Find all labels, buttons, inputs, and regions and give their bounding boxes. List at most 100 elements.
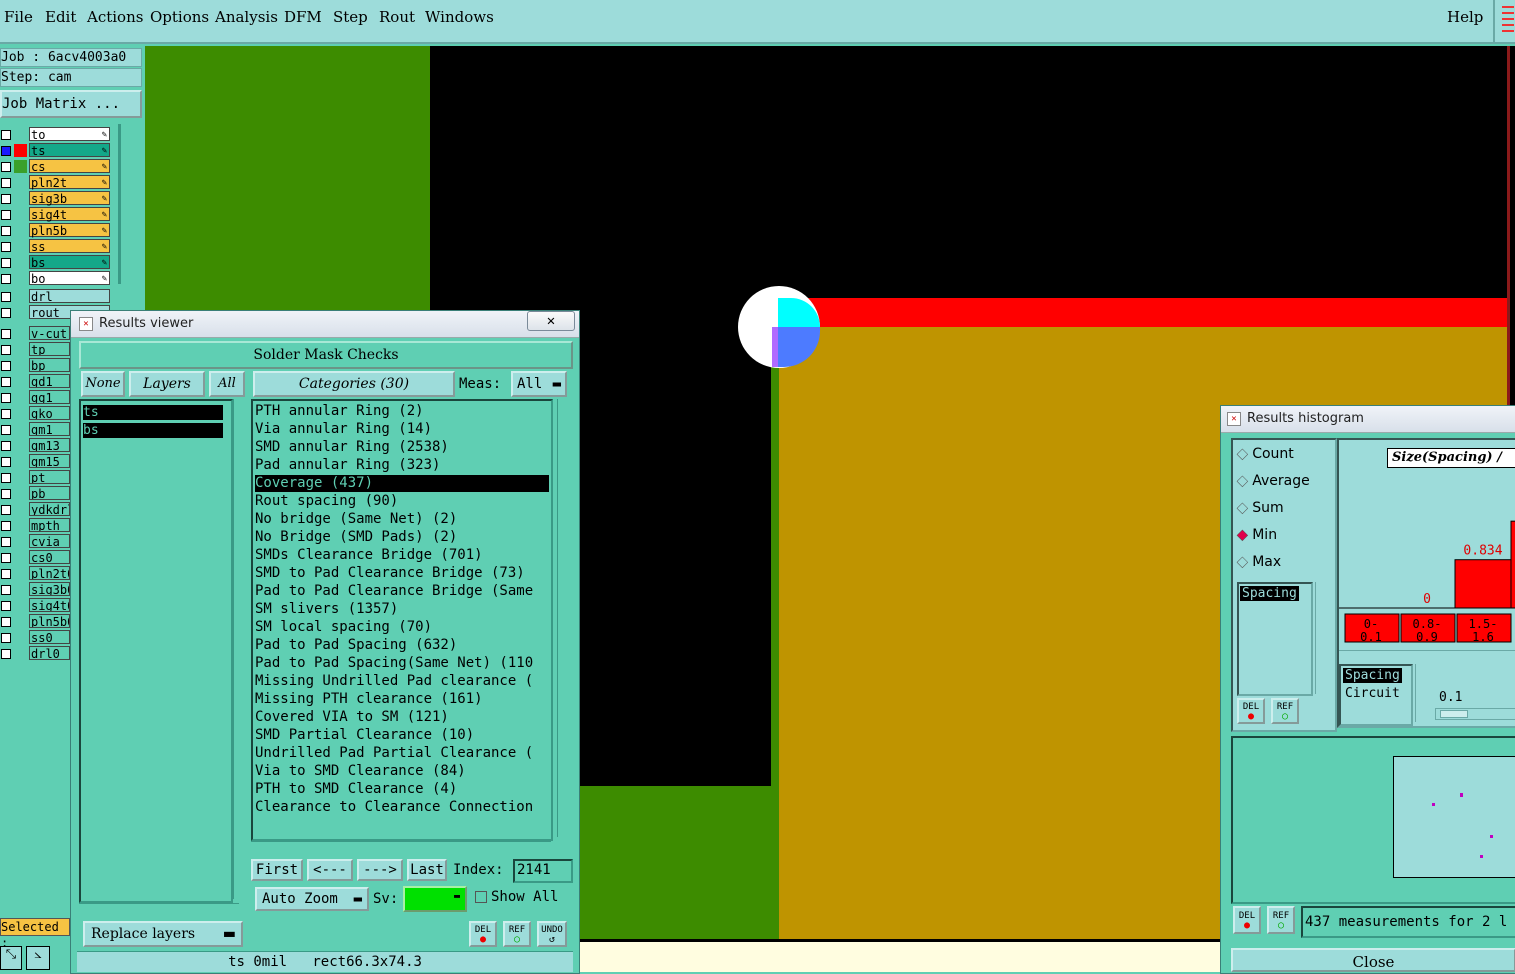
menu-help[interactable]: Help: [1447, 8, 1483, 26]
category-item[interactable]: PTH annular Ring (2): [255, 403, 549, 420]
layer-name[interactable]: cs ✎: [29, 159, 110, 174]
ref-button[interactable]: REF ○: [503, 921, 531, 947]
job-matrix-button[interactable]: Job Matrix ...: [0, 90, 142, 118]
stat-radio-count[interactable]: ◆ Count: [1237, 446, 1294, 463]
menu-actions[interactable]: Actions: [87, 8, 143, 26]
layer-name[interactable]: ts ✎: [29, 143, 110, 158]
layer-checkbox[interactable]: [1, 441, 11, 451]
menu-options[interactable]: Options: [150, 8, 209, 26]
layers-all-button[interactable]: All: [209, 371, 245, 397]
hist-list-scrollbar[interactable]: [1415, 664, 1426, 722]
layer-name[interactable]: drl: [29, 289, 110, 304]
layer-checkbox[interactable]: [1, 345, 11, 355]
scale-slider[interactable]: [1435, 708, 1515, 720]
category-item[interactable]: Missing Undrilled Pad clearance (: [255, 673, 549, 690]
layer-row[interactable]: bs ✎: [0, 255, 112, 270]
category-item[interactable]: SM local spacing (70): [255, 619, 549, 636]
categories-button[interactable]: Categories (30): [253, 371, 455, 397]
category-item[interactable]: Missing PTH clearance (161): [255, 691, 549, 708]
layer-checkbox[interactable]: [1, 601, 11, 611]
misc-layer-row[interactable]: tp: [0, 342, 70, 357]
category-item[interactable]: SMD annular Ring (2538): [255, 439, 549, 456]
layer-row[interactable]: bo ✎: [0, 271, 112, 286]
misc-layer-row[interactable]: drl0: [0, 646, 70, 661]
next-button[interactable]: --->: [357, 859, 403, 881]
layer-name[interactable]: bp: [29, 358, 70, 372]
category-item[interactable]: No Bridge (SMD Pads) (2): [255, 529, 549, 546]
layer-checkbox[interactable]: [1, 649, 11, 659]
layer-checkbox[interactable]: [1, 308, 11, 318]
stat-radio-min[interactable]: ◆ Min: [1237, 527, 1277, 544]
layer-name[interactable]: pb: [29, 486, 70, 500]
layer-checkbox[interactable]: [1, 361, 11, 371]
stat-radio-max[interactable]: ◆ Max: [1237, 554, 1281, 571]
result-layer-ts[interactable]: ts: [83, 405, 223, 420]
stat-radio-average[interactable]: ◆ Average: [1237, 473, 1310, 490]
layer-name[interactable]: pln5b0: [29, 614, 70, 628]
hist-list-item-spacing[interactable]: Spacing: [1343, 668, 1402, 683]
last-button[interactable]: Last: [407, 859, 447, 881]
misc-layer-row[interactable]: pt: [0, 470, 70, 485]
measure-tool-icon[interactable]: ⦣: [26, 946, 50, 970]
layer-name[interactable]: gm1: [29, 422, 70, 436]
layer-checkbox[interactable]: [1, 521, 11, 531]
layer-name[interactable]: ss0: [29, 630, 70, 644]
close-button[interactable]: Close: [1231, 948, 1515, 972]
category-item[interactable]: PTH to SMD Clearance (4): [255, 781, 549, 798]
sv-color-dropdown[interactable]: ▬: [403, 886, 467, 912]
layer-checkbox[interactable]: [1, 393, 11, 403]
layer-name[interactable]: to ✎: [29, 127, 110, 142]
layer-name[interactable]: ss ✎: [29, 239, 110, 254]
misc-layer-row[interactable]: ydkdrl: [0, 502, 70, 517]
category-item[interactable]: SMD to Pad Clearance Bridge (73): [255, 565, 549, 582]
misc-layer-row[interactable]: cs0: [0, 550, 70, 565]
histogram-bar[interactable]: [1454, 559, 1512, 609]
hist-del-button[interactable]: DEL ●: [1237, 698, 1265, 724]
layer-checkbox[interactable]: [1, 242, 11, 252]
menu-edit[interactable]: Edit: [45, 8, 76, 26]
menu-step[interactable]: Step: [333, 8, 368, 26]
measure-scrollbar[interactable]: [1315, 582, 1328, 694]
layer-checkbox[interactable]: [1, 377, 11, 387]
result-layer-bs[interactable]: bs: [83, 423, 223, 438]
category-item[interactable]: Undrilled Pad Partial Clearance (: [255, 745, 549, 762]
replace-layers-dropdown[interactable]: Replace layers ▬: [83, 921, 243, 947]
layer-checkbox[interactable]: [1, 226, 11, 236]
category-item[interactable]: SMD Partial Clearance (10): [255, 727, 549, 744]
menu-file[interactable]: File: [4, 8, 33, 26]
layer-checkbox[interactable]: [1, 585, 11, 595]
measure-list[interactable]: Spacing: [1237, 582, 1313, 696]
layer-name[interactable]: gm13: [29, 438, 70, 452]
misc-layer-row[interactable]: gm1: [0, 422, 70, 437]
category-item[interactable]: SM slivers (1357): [255, 601, 549, 618]
category-item[interactable]: Rout spacing (90): [255, 493, 549, 510]
category-hscrollbar[interactable]: [251, 841, 551, 854]
hist-list-item-circuit[interactable]: Circuit: [1345, 686, 1400, 701]
misc-layer-row[interactable]: v-cut: [0, 326, 70, 341]
layer-row[interactable]: pln2t ✎: [0, 175, 112, 190]
layer-name[interactable]: mpth: [29, 518, 70, 532]
layer-name[interactable]: cvia: [29, 534, 70, 548]
layer-name[interactable]: sig3b ✎: [29, 191, 110, 206]
category-item[interactable]: Via to SMD Clearance (84): [255, 763, 549, 780]
layer-checkbox[interactable]: [1, 617, 11, 627]
layer-name[interactable]: sig4t0: [29, 598, 70, 612]
layer-name[interactable]: pln2t ✎: [29, 175, 110, 190]
misc-layer-row[interactable]: pln2t0: [0, 566, 70, 581]
layer-checkbox[interactable]: [1, 553, 11, 563]
layer-row[interactable]: pln5b ✎: [0, 223, 112, 238]
histogram-bar[interactable]: [1510, 520, 1515, 609]
layer-checkbox[interactable]: [1, 457, 11, 467]
category-item[interactable]: SMDs Clearance Bridge (701): [255, 547, 549, 564]
misc-layer-row[interactable]: mpth: [0, 518, 70, 533]
layer-checkbox[interactable]: [1, 409, 11, 419]
layer-name[interactable]: bo ✎: [29, 271, 110, 286]
layer-row[interactable]: sig4t ✎: [0, 207, 112, 222]
scale-slider-thumb[interactable]: [1440, 710, 1468, 718]
layer-name[interactable]: cs0: [29, 550, 70, 564]
misc-layer-row[interactable]: gd1: [0, 374, 70, 389]
layer-row[interactable]: sig3b ✎: [0, 191, 112, 206]
layer-row[interactable]: to ✎: [0, 127, 112, 142]
layer-name[interactable]: gd1: [29, 374, 70, 388]
del-button[interactable]: DEL ●: [469, 921, 497, 947]
